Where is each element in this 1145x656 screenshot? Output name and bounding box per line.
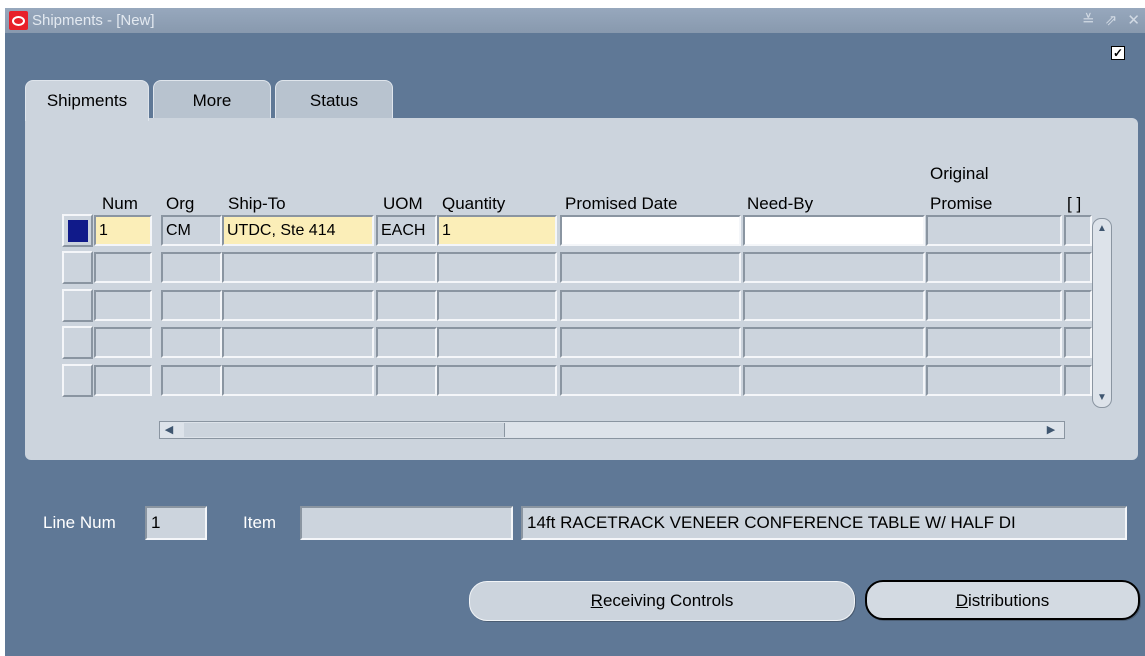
window-title: Shipments - [New] [32,12,155,29]
cell-org[interactable] [161,327,222,358]
cell-org[interactable] [161,365,222,396]
cell-ship-to[interactable] [222,252,374,283]
cell-ship-to[interactable] [222,365,374,396]
record-indicator[interactable] [62,326,93,359]
line-num-label: Line Num [43,513,116,532]
cell-quantity[interactable] [437,327,557,358]
item-field[interactable] [300,506,513,540]
record-indicator[interactable] [62,364,93,397]
cell-org[interactable]: CM [161,215,222,246]
cell-original-promise[interactable] [926,365,1062,396]
cell-num[interactable] [94,252,152,283]
cell-uom[interactable]: EACH [376,215,437,246]
cell-num[interactable] [94,327,152,358]
item-description-field[interactable]: 14ft RACETRACK VENEER CONFERENCE TABLE W… [521,506,1127,540]
oracle-logo-icon [9,11,28,30]
scroll-up-icon[interactable]: ▲ [1095,222,1109,236]
cell-uom[interactable] [376,252,437,283]
tab-shipments[interactable]: Shipments [25,80,149,121]
cell-num[interactable] [94,365,152,396]
line-num-field[interactable]: 1 [145,506,207,540]
window-titlebar[interactable]: Shipments - [New] ≚ ⇗ ✕ [5,8,1145,33]
distributions-mnemonic: D [955,591,968,610]
cell-promised-date[interactable] [560,215,741,246]
header-num: Num [102,194,138,213]
header-uom: UOM [383,194,423,213]
cell-flex[interactable] [1064,327,1092,358]
cell-original-promise[interactable] [926,290,1062,321]
cell-need-by[interactable] [743,327,925,358]
cell-num[interactable] [94,290,152,321]
cell-uom[interactable] [376,327,437,358]
tab-more[interactable]: More [153,80,271,119]
cell-quantity[interactable] [437,365,557,396]
vertical-scrollbar[interactable]: ▲ ▼ [1092,218,1112,408]
header-org: Org [166,194,195,213]
cell-promised-date[interactable] [560,327,741,358]
cell-flex[interactable] [1064,215,1092,246]
cell-quantity[interactable] [437,252,557,283]
cell-original-promise[interactable] [926,252,1062,283]
header-flex: [ ] [1067,194,1082,213]
scroll-down-icon[interactable]: ▼ [1095,391,1109,405]
cell-need-by[interactable] [743,215,925,246]
shipments-window: Shipments - [New] ≚ ⇗ ✕ ✓ Shipments More… [5,8,1145,656]
cell-quantity[interactable] [437,290,557,321]
cell-flex[interactable] [1064,290,1092,321]
horizontal-scrollbar[interactable]: ◀ ▶ [159,421,1065,439]
cell-org[interactable] [161,252,222,283]
header-need-by: Need-By [747,194,814,213]
receiving-controls-label: eceiving Controls [602,591,734,610]
distributions-label: istributions [968,591,1050,610]
item-label: Item [243,513,277,532]
cell-flex[interactable] [1064,252,1092,283]
record-indicator[interactable] [62,289,93,322]
cell-ship-to[interactable] [222,290,374,321]
header-original-promise-line2: Promise [930,194,993,213]
cell-need-by[interactable] [743,365,925,396]
cell-ship-to[interactable] [222,327,374,358]
cell-promised-date[interactable] [560,290,741,321]
cell-num[interactable]: 1 [94,215,152,246]
cell-promised-date[interactable] [560,365,741,396]
cell-quantity[interactable]: 1 [437,215,557,246]
header-quantity: Quantity [442,194,506,213]
horizontal-scroll-thumb[interactable] [184,423,505,437]
header-ship-to: Ship-To [228,194,286,213]
cell-promised-date[interactable] [560,252,741,283]
cell-uom[interactable] [376,365,437,396]
cell-need-by[interactable] [743,290,925,321]
cell-original-promise[interactable] [926,327,1062,358]
scroll-left-icon[interactable]: ◀ [162,423,176,437]
cell-ship-to[interactable]: UTDC, Ste 414 [222,215,374,246]
cell-original-promise[interactable] [926,215,1062,246]
receiving-controls-mnemonic: R [590,591,603,610]
receiving-controls-button[interactable]: Receiving Controls [469,581,855,621]
header-promised-date: Promised Date [565,194,678,213]
cell-flex[interactable] [1064,365,1092,396]
record-indicator[interactable] [62,251,93,284]
window-controls-icon[interactable]: ≚ ⇗ ✕ [1082,11,1143,29]
cell-org[interactable] [161,290,222,321]
cell-need-by[interactable] [743,252,925,283]
cell-uom[interactable] [376,290,437,321]
scroll-right-icon[interactable]: ▶ [1044,423,1058,437]
corner-checkbox[interactable]: ✓ [1111,46,1125,60]
distributions-button[interactable]: Distributions [865,580,1140,620]
tab-status[interactable]: Status [275,80,393,119]
record-indicator-current[interactable] [62,214,93,247]
header-original-promise-line1: Original [930,164,989,183]
